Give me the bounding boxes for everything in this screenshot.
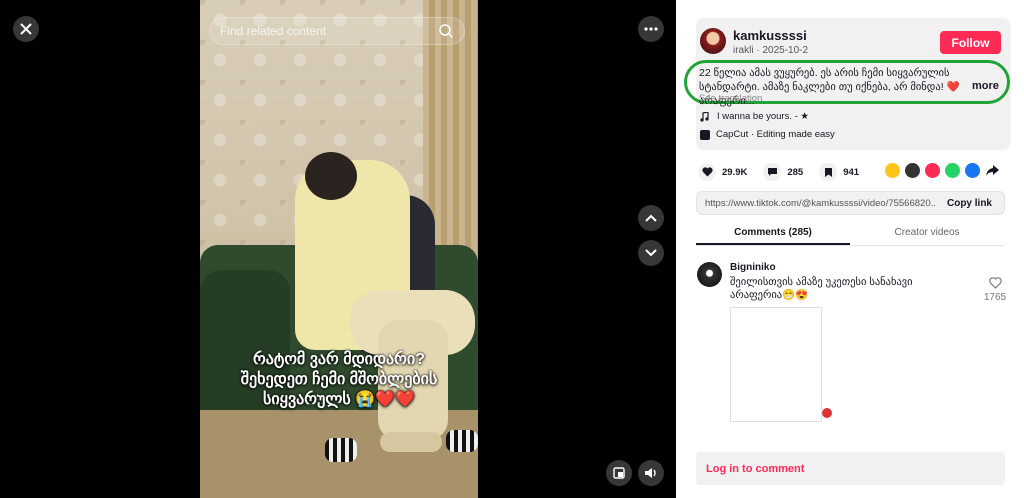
follow-button[interactable]: Follow (940, 31, 1001, 54)
save-stat[interactable]: 941 (819, 163, 859, 181)
commenter-username[interactable]: Bigniniko (730, 262, 776, 273)
search-input[interactable] (220, 24, 438, 38)
heart-icon (701, 167, 713, 177)
slipper-left (325, 438, 357, 462)
find-related-search[interactable] (209, 17, 465, 45)
close-icon (20, 23, 32, 35)
close-button[interactable] (13, 16, 39, 42)
embed-icon[interactable] (905, 163, 920, 178)
video-url[interactable]: https://www.tiktok.com/@kamkussssi/video… (697, 198, 935, 209)
share-arrow-icon[interactable] (985, 163, 1000, 178)
video-caption: რატომ ვარ მდიდარი? შეხედეთ ჩემი მშობლები… (240, 351, 438, 408)
tiktok-video-page: რატომ ვარ მდიდარი? შეხედეთ ჩემი მშობლები… (0, 0, 1024, 498)
chevron-down-icon (645, 249, 657, 257)
capcut-label: CapCut · Editing made easy (716, 129, 835, 140)
gif-badge-icon (822, 408, 832, 418)
tab-comments[interactable]: Comments (285) (696, 222, 850, 245)
login-to-comment-bar[interactable]: Log in to comment (696, 452, 1005, 485)
send-icon[interactable] (925, 163, 940, 178)
comment-icon (767, 168, 777, 176)
share-buttons (885, 163, 1000, 178)
save-count: 941 (843, 166, 860, 178)
post-side-panel: kamkussssi irakli · 2025-10-2 Follow 22 … (676, 0, 1024, 498)
capcut-row[interactable]: CapCut · Editing made easy (700, 129, 835, 140)
commenter-avatar[interactable] (697, 262, 722, 287)
tab-creator-videos[interactable]: Creator videos (850, 222, 1004, 245)
comment-like[interactable]: 1765 (982, 277, 1008, 303)
comment-gif[interactable] (730, 307, 822, 422)
previous-video-button[interactable] (638, 205, 664, 231)
more-link[interactable]: more (972, 80, 999, 92)
heart-outline-icon (988, 277, 1002, 289)
slipper-middle (380, 432, 442, 452)
volume-button[interactable] (638, 460, 664, 486)
like-stat[interactable]: 29.9K (698, 163, 747, 181)
comment-stat[interactable]: 285 (763, 163, 803, 181)
woman-head (305, 152, 357, 200)
bookmark-icon (824, 167, 832, 177)
more-options-button[interactable] (638, 16, 664, 42)
comment-count: 285 (787, 166, 804, 178)
login-link[interactable]: Log in to comment (706, 463, 804, 475)
share-link-field: https://www.tiktok.com/@kamkussssi/video… (696, 191, 1005, 215)
author-subline: irakli · 2025-10-2 (733, 45, 809, 56)
chevron-up-icon (645, 214, 657, 222)
more-icon (644, 27, 658, 31)
video-player[interactable] (200, 0, 478, 498)
music-title: I wanna be yours. - ★ (717, 111, 809, 122)
slipper-right (446, 430, 478, 452)
music-icon (700, 111, 709, 122)
volume-icon (645, 468, 656, 478)
tabs: Comments (285) Creator videos (696, 222, 1004, 246)
capcut-icon (700, 129, 710, 140)
picture-in-picture-button[interactable] (606, 460, 632, 486)
video-pane: რატომ ვარ მდიდარი? შეხედეთ ჩემი მშობლები… (0, 0, 676, 498)
comment-like-count: 1765 (983, 292, 1007, 303)
comment-text: შეილისთვის ამაზე უკეთესი სანახავი არაფერ… (730, 276, 913, 301)
author-username[interactable]: kamkussssi (733, 28, 807, 43)
author-avatar[interactable] (700, 28, 726, 54)
search-icon[interactable] (438, 23, 454, 39)
like-count: 29.9K (722, 166, 748, 178)
facebook-icon[interactable] (965, 163, 980, 178)
pip-icon (613, 467, 625, 479)
share-friends-icon[interactable] (885, 163, 900, 178)
stats-row: 29.9K 285 941 (698, 163, 875, 181)
whatsapp-icon[interactable] (945, 163, 960, 178)
music-row[interactable]: I wanna be yours. - ★ (700, 111, 809, 122)
copy-link-button[interactable]: Copy link (935, 198, 1004, 209)
next-video-button[interactable] (638, 240, 664, 266)
see-translation-link[interactable]: See translation (699, 93, 762, 104)
